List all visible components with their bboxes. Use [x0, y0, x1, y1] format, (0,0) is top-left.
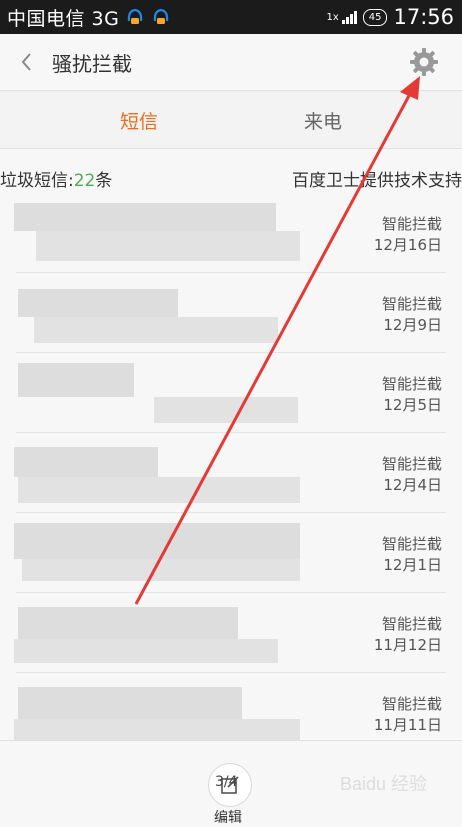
battery-icon: 45 — [362, 8, 388, 26]
battery-level: 45 — [368, 11, 382, 23]
tab-sms[interactable]: 短信 — [120, 107, 158, 134]
intercept-tag: 智能拦截 — [381, 295, 442, 313]
intercept-tag: 智能拦截 — [381, 215, 442, 233]
list-item[interactable]: 智能拦截 12月5日 — [0, 353, 462, 433]
intercept-tag: 智能拦截 — [381, 535, 442, 553]
qq-icon — [128, 8, 143, 24]
list-item[interactable]: 智能拦截 12月4日 — [0, 433, 462, 513]
spam-count: 22 — [73, 171, 96, 191]
message-list: 智能拦截 12月16日 智能拦截 12月9日 智能拦截 12月5日 智能拦截 1… — [0, 193, 462, 753]
blurred-message-content — [14, 441, 300, 503]
message-date: 12月9日 — [383, 316, 442, 334]
qq-icon — [154, 8, 169, 24]
list-item[interactable]: 智能拦截 12月16日 — [0, 193, 462, 273]
status-bar: 中国电信 3G 1x 45 17:56 — [0, 0, 462, 34]
spam-count-label: 垃圾短信:22条 — [0, 171, 113, 191]
message-date: 12月16日 — [373, 236, 442, 254]
intercept-tag: 智能拦截 — [381, 455, 442, 473]
message-date: 11月12日 — [373, 636, 442, 654]
message-date: 12月5日 — [383, 396, 442, 414]
provider-label: 百度卫士提供技术支持 — [292, 171, 462, 191]
blurred-message-content — [14, 521, 300, 583]
header: 骚扰拦截 — [0, 34, 462, 91]
chevron-left-icon[interactable] — [16, 48, 38, 76]
message-date: 12月4日 — [383, 476, 442, 494]
clock: 17:56 — [393, 5, 454, 29]
blurred-message-content — [14, 201, 300, 263]
intercept-tag: 智能拦截 — [381, 615, 442, 633]
network-type: 1x — [326, 11, 339, 23]
edit-label[interactable]: 编辑 — [214, 807, 242, 827]
blurred-message-content — [14, 361, 300, 423]
page-title: 骚扰拦截 — [52, 52, 132, 76]
list-item[interactable]: 智能拦截 12月1日 — [0, 513, 462, 593]
blurred-message-content — [14, 601, 300, 663]
list-item[interactable]: 智能拦截 11月12日 — [0, 593, 462, 673]
info-row: 垃圾短信:22条 百度卫士提供技术支持 — [0, 160, 462, 196]
signal-icon — [341, 10, 357, 24]
message-date: 11月11日 — [373, 716, 442, 734]
edit-badge: 3/4 — [215, 774, 238, 790]
blurred-message-content — [14, 281, 300, 343]
intercept-tag: 智能拦截 — [381, 695, 442, 713]
gear-icon[interactable] — [408, 46, 440, 78]
tab-bar: 短信 来电 — [0, 91, 462, 149]
blurred-message-content — [14, 681, 300, 743]
tab-calls[interactable]: 来电 — [304, 107, 342, 134]
watermark: Baidu 经验 — [340, 774, 428, 794]
message-date: 12月1日 — [383, 556, 442, 574]
carrier-label: 中国电信 3G — [7, 7, 120, 30]
list-item[interactable]: 智能拦截 12月9日 — [0, 273, 462, 353]
intercept-tag: 智能拦截 — [381, 375, 442, 393]
